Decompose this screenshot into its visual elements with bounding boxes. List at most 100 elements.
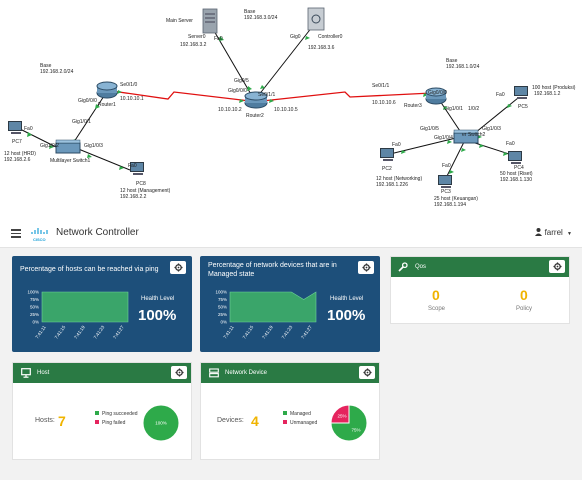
topology-canvas: Main Server Server0 Fa0 192.168.3.2 Base… <box>0 0 582 220</box>
legend-label: Unmanaged <box>290 420 318 426</box>
network-device-title: Network Device <box>225 370 268 376</box>
base2-net-label: 192.168.2.0/24 <box>40 69 74 75</box>
legend-swatch <box>283 420 287 424</box>
qos-policy-label: Policy <box>516 306 533 312</box>
devices-managed-y-tick: 25% <box>218 312 227 317</box>
pc3-ip-label: 192.168.1.194 <box>434 202 466 208</box>
hosts-ping-chart: 100% 75% 50% 25% 0%7:41:11 7:41:15 7:41:19 7:41… <box>27 290 129 340</box>
pc2-name-label: PC2 <box>382 166 392 172</box>
msw2-gig4-label: Gig1/0/4 <box>434 135 453 141</box>
host-settings-button[interactable] <box>171 366 187 379</box>
router3-se-label: Se0/1/1 <box>372 83 390 89</box>
controller-icon[interactable] <box>307 7 325 31</box>
legend-swatch <box>95 420 99 424</box>
router3-gig-label: Gig0/0/0 <box>428 90 447 96</box>
devices-pie-chart: 75% 25% <box>330 404 368 442</box>
devices-managed-chart: 100% 75% 50% 25% 0%7:41:11 7:41:15 7:41:19 7:41… <box>215 290 317 340</box>
qos-header: Qos <box>391 257 569 277</box>
router1-ip-label: 10.10.10.1 <box>120 96 144 102</box>
controller-port-label: Gig0 <box>290 34 301 40</box>
legend-unmanaged: Unmanaged <box>283 420 317 426</box>
pc2-ip-label: 192.168.1.226 <box>376 182 408 188</box>
hosts-ping-y-tick: 50% <box>30 305 39 310</box>
hosts-ping-x-tick: 7:41:15 <box>54 324 67 340</box>
devices-count: 4 <box>251 413 259 429</box>
legend-managed: Managed <box>283 411 311 417</box>
hosts-count: 7 <box>58 413 66 429</box>
devices-health-label: Health Level <box>330 296 364 302</box>
hosts-health-value: 100% <box>138 307 177 324</box>
devices-pie-slice-label: 25% <box>337 414 346 419</box>
pc5-name-label: PC5 <box>518 104 528 110</box>
pc7-fa-label: Fa0 <box>24 126 33 132</box>
msw1-gig-b-label: Gig1/0/2 <box>40 143 59 149</box>
devices-managed-area-series <box>229 291 317 323</box>
pc5-ip-label: 192.168.1.2 <box>534 91 561 97</box>
devices-count-label: Devices: <box>217 417 244 424</box>
router1-name-label: Router1 <box>98 102 116 108</box>
server-name-label: Server0 <box>188 34 206 40</box>
hosts-ping-x-tick: 7:41:19 <box>73 324 86 340</box>
devices-managed-x-tick: 7:41:15 <box>242 324 255 340</box>
router1-icon[interactable] <box>96 81 118 99</box>
gear-icon <box>552 262 562 271</box>
qos-scope-value: 0 <box>432 287 440 303</box>
user-menu[interactable]: farrel ▼ <box>534 228 572 237</box>
base1-net-label: 192.168.1.0/24 <box>446 64 480 70</box>
gear-icon <box>174 368 184 377</box>
pc8-fa-label: Fa0 <box>128 163 137 169</box>
pc4-icon[interactable] <box>508 151 522 164</box>
host-header: Host <box>13 363 191 383</box>
devices-managed-y-tick: 50% <box>218 305 227 310</box>
router3-name-label: Router3 <box>404 103 422 109</box>
qos-card: Qos 0 Scope 0 Policy <box>390 256 570 324</box>
app-root: Main Server Server0 Fa0 192.168.3.2 Base… <box>0 0 582 480</box>
msw1-gig-c-label: Gig1/0/3 <box>84 143 103 149</box>
hosts-ping-y-tick: 100% <box>27 290 39 295</box>
cisco-logo-text: CISCO <box>33 237 46 242</box>
pc4-fa-label: Fa0 <box>506 141 515 147</box>
devices-health-value: 100% <box>327 307 366 324</box>
multilayer-switch1-icon[interactable] <box>55 139 81 154</box>
pc5-icon[interactable] <box>514 86 528 99</box>
pc5-fa-label: Fa0 <box>496 92 505 98</box>
router2-gig05-label: Gig0/5 <box>234 78 249 84</box>
legend-swatch <box>95 411 99 415</box>
hosts-ping-y-tick: 0% <box>32 320 39 325</box>
hosts-ping-x-tick: 7:41:11 <box>34 324 47 339</box>
pc7-ip-label: 192.168.2.6 <box>4 157 31 163</box>
router2-ip-right-label: 10.10.10.5 <box>274 107 298 113</box>
msw2-name-label: er Switch2 <box>462 132 486 138</box>
network-device-settings-button[interactable] <box>359 366 375 379</box>
pc3-name-label: PC3 <box>441 189 451 195</box>
app-title: Network Controller <box>56 227 139 238</box>
pc2-icon[interactable] <box>380 148 394 161</box>
legend-ping-succeeded: Ping succeeded <box>95 411 138 417</box>
hosts-ping-x-tick: 7:41:27 <box>112 324 125 340</box>
hosts-health-label: Health Level <box>141 296 175 302</box>
wrench-icon <box>398 262 408 272</box>
pc3-icon[interactable] <box>438 175 452 188</box>
devices-managed-x-tick: 7:41:27 <box>300 324 313 340</box>
qos-title: Qos <box>415 264 427 270</box>
top-navbar: CISCO Network Controller farrel ▼ <box>0 220 582 248</box>
devices-managed-x-tick: 7:41:23 <box>281 324 294 340</box>
gear-icon <box>362 368 372 377</box>
router2-ip-left-label: 10.10.10.2 <box>218 107 242 113</box>
user-name: farrel <box>544 228 563 237</box>
router1-se-label: Se0/1/0 <box>120 82 138 88</box>
network-device-card: Network Device Devices: 4 Managed Unmana… <box>200 362 380 460</box>
pc7-icon[interactable] <box>8 121 22 134</box>
menu-icon[interactable] <box>11 229 21 238</box>
host-title: Host <box>37 370 50 376</box>
base3-net-label: 192.168.3.0/24 <box>244 15 278 21</box>
server-icon[interactable] <box>202 8 218 34</box>
msw1-gig-a-label: Gig1/0/1 <box>72 119 91 125</box>
msw2-gig10-label: Gig1/0/1 <box>444 106 463 112</box>
msw1-name-label: Multilayer Switch1 <box>50 158 91 164</box>
qos-settings-button[interactable] <box>549 260 565 273</box>
hosts-pie-chart: 100% <box>142 404 180 442</box>
hosts-ping-card: Percentage of hosts can be reached via p… <box>12 256 192 352</box>
devices-pie-slice-label: 75% <box>351 428 360 433</box>
devices-managed-x-tick: 7:41:11 <box>222 324 235 339</box>
